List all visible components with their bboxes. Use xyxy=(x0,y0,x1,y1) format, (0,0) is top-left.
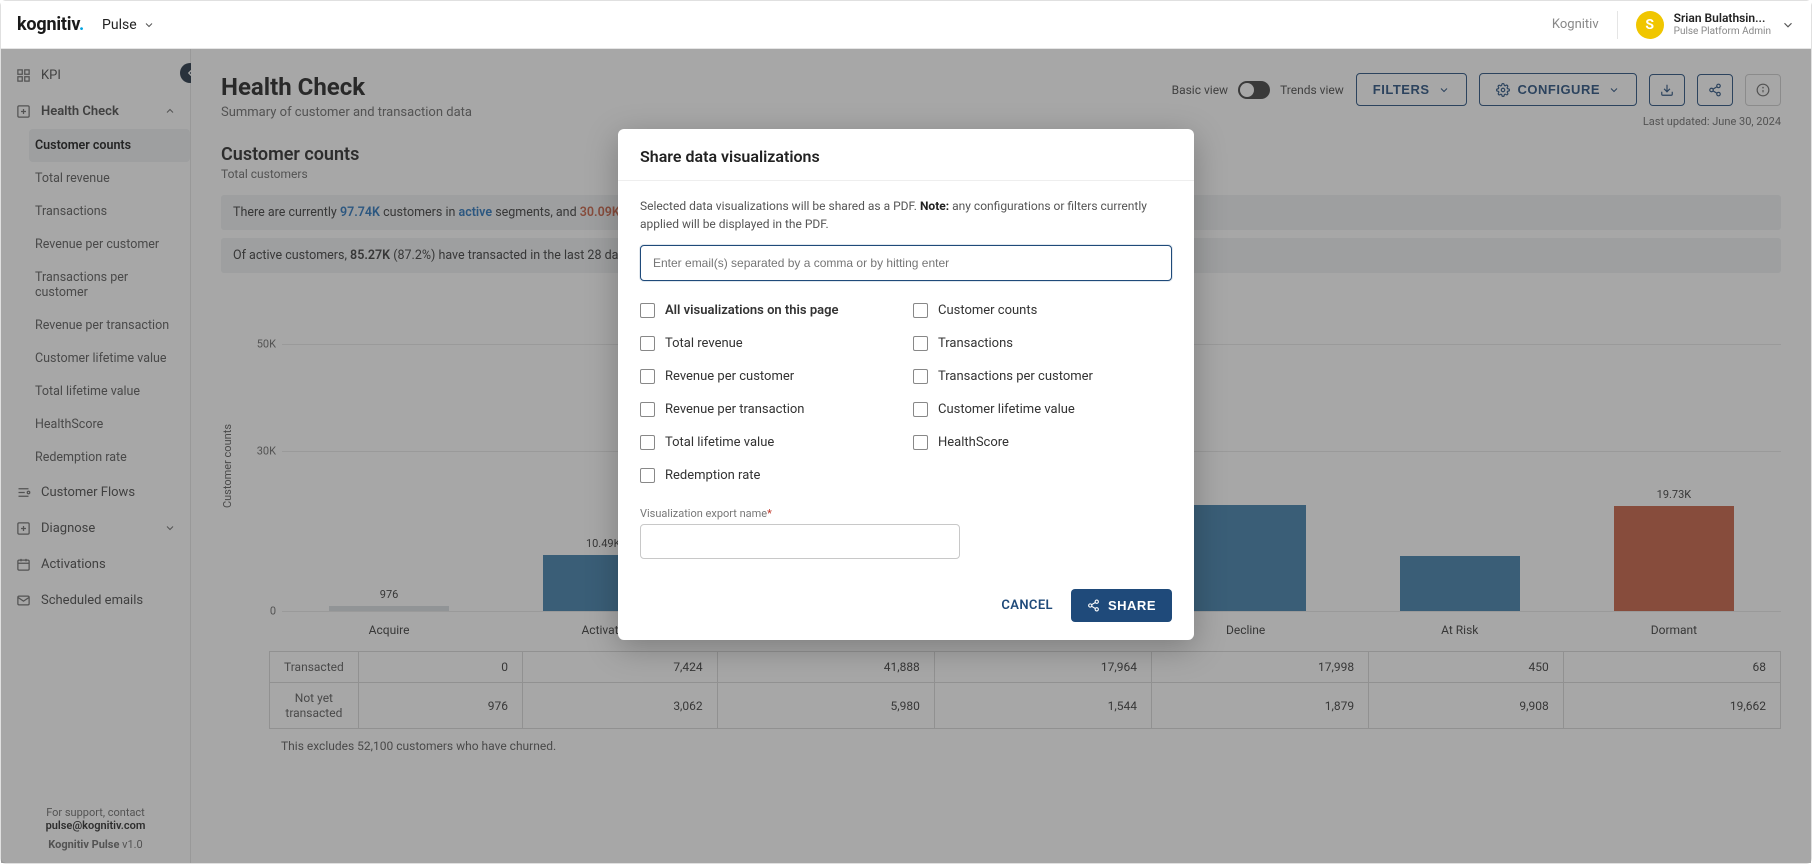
checkbox-label: Revenue per customer xyxy=(665,369,794,384)
checkbox[interactable] xyxy=(913,369,928,384)
checkbox-label: Transactions xyxy=(938,336,1013,351)
checkbox-label: HealthScore xyxy=(938,435,1009,450)
app-picker[interactable]: Pulse xyxy=(102,17,155,33)
brand-logo[interactable]: kognitiv. xyxy=(17,14,84,35)
modal-title: Share data visualizations xyxy=(640,147,1172,166)
checkbox[interactable] xyxy=(913,303,928,318)
user-name: Srian Bulathsin... xyxy=(1674,12,1771,25)
viz-checkbox-item[interactable]: Customer counts xyxy=(913,303,1172,318)
checkbox-label: All visualizations on this page xyxy=(665,303,839,318)
checkbox[interactable] xyxy=(913,435,928,450)
viz-checkbox-item[interactable]: Customer lifetime value xyxy=(913,402,1172,417)
viz-checkbox-item[interactable]: Total lifetime value xyxy=(640,435,899,450)
cancel-button[interactable]: CANCEL xyxy=(1001,598,1053,613)
checkbox-label: Redemption rate xyxy=(665,468,760,483)
modal-description: Selected data visualizations will be sha… xyxy=(640,197,1172,233)
share-submit-button[interactable]: SHARE xyxy=(1071,589,1172,622)
user-role: Pulse Platform Admin xyxy=(1674,26,1771,37)
viz-checkbox-item[interactable]: Revenue per transaction xyxy=(640,402,899,417)
checkbox[interactable] xyxy=(640,468,655,483)
checkbox-label: Total revenue xyxy=(665,336,743,351)
checkbox[interactable] xyxy=(640,435,655,450)
checkbox[interactable] xyxy=(640,336,655,351)
checkbox[interactable] xyxy=(913,336,928,351)
checkbox-label: Customer lifetime value xyxy=(938,402,1075,417)
avatar: S xyxy=(1636,11,1664,39)
checkbox-label: Total lifetime value xyxy=(665,435,774,450)
viz-checkbox-item[interactable]: All visualizations on this page xyxy=(640,303,899,318)
export-name-label: Visualization export name* xyxy=(640,507,1172,520)
user-menu[interactable]: S Srian Bulathsin... Pulse Platform Admi… xyxy=(1617,11,1795,39)
kognitiv-link[interactable]: Kognitiv xyxy=(1552,17,1599,32)
checkbox-label: Revenue per transaction xyxy=(665,402,804,417)
modal-overlay[interactable]: Share data visualizations Selected data … xyxy=(1,49,1811,863)
checkbox[interactable] xyxy=(640,402,655,417)
viz-checkbox-item[interactable]: Redemption rate xyxy=(640,468,899,483)
viz-checkbox-item[interactable]: Transactions per customer xyxy=(913,369,1172,384)
chevron-down-icon xyxy=(143,19,155,31)
export-name-input[interactable] xyxy=(640,524,960,559)
checkbox[interactable] xyxy=(913,402,928,417)
checkbox-label: Transactions per customer xyxy=(938,369,1093,384)
app-picker-label: Pulse xyxy=(102,17,137,33)
checkbox-label: Customer counts xyxy=(938,303,1037,318)
share-icon xyxy=(1087,599,1100,612)
viz-checkbox-item[interactable]: Transactions xyxy=(913,336,1172,351)
checkbox[interactable] xyxy=(640,369,655,384)
checkbox[interactable] xyxy=(640,303,655,318)
viz-checkbox-item[interactable]: HealthScore xyxy=(913,435,1172,450)
topbar: kognitiv. Pulse Kognitiv S Srian Bulaths… xyxy=(1,1,1811,49)
viz-checkbox-item[interactable]: Total revenue xyxy=(640,336,899,351)
share-email-input[interactable] xyxy=(640,245,1172,281)
chevron-down-icon xyxy=(1781,18,1795,32)
share-modal: Share data visualizations Selected data … xyxy=(618,129,1194,640)
viz-checkbox-item[interactable]: Revenue per customer xyxy=(640,369,899,384)
